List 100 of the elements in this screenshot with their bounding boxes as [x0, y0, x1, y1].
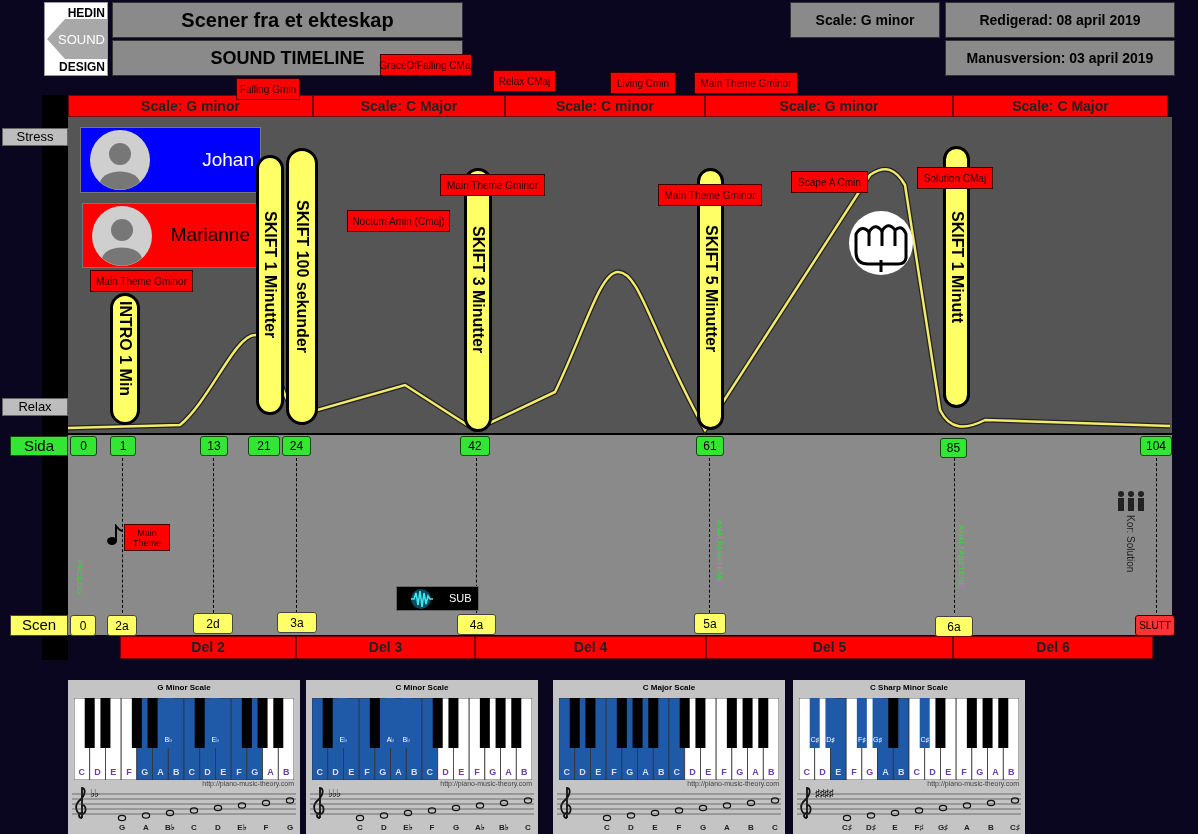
- key-label: B: [896, 768, 906, 777]
- page-marker: 13: [200, 436, 228, 456]
- scene-marker: 2d: [193, 613, 233, 634]
- key-label: D: [331, 768, 340, 777]
- transition-pill: SKIFT 1 Minutter: [256, 155, 284, 415]
- key-label: F: [125, 768, 133, 777]
- scene-note: ANALFABETENE: [715, 520, 723, 583]
- treble-clef-icon: [312, 786, 326, 820]
- note-name: C: [190, 822, 198, 834]
- fist-icon: [848, 210, 914, 276]
- note-name: G: [285, 822, 295, 834]
- scale-chart-title: C Sharp Minor Scale: [869, 682, 949, 694]
- key-label: D: [441, 768, 450, 777]
- end-marker: SLUTT: [1135, 615, 1175, 636]
- note-name: C: [771, 822, 779, 834]
- title-box: Scener fra et ekteskap: [112, 2, 463, 38]
- axis-label: Relax: [2, 398, 68, 416]
- scale-chart-title: G Minor Scale: [156, 682, 212, 694]
- edited-date-box: Redigerad: 08 april 2019: [945, 2, 1175, 38]
- logo-text: HEDIN: [66, 7, 105, 19]
- scene-note: ANALFABETENE: [957, 525, 965, 588]
- scale-chart-title: C Minor Scale: [394, 682, 450, 694]
- key-label: D: [818, 768, 827, 777]
- music-cue-tag: Noctum Amin (Cmaj): [347, 210, 450, 232]
- key-label: F: [235, 768, 243, 777]
- key-label: C: [77, 768, 87, 777]
- scene-note: PROLOG: [75, 560, 83, 595]
- key-label: B: [1006, 768, 1016, 777]
- scene-marker: 2a: [107, 615, 137, 636]
- music-cue-tag: Main Theme Gminor: [440, 174, 545, 196]
- key-label: A: [504, 768, 513, 777]
- note-name: G: [451, 822, 461, 834]
- page-marker: 42: [460, 436, 490, 456]
- act-segment: Del 2: [120, 636, 296, 659]
- page-marker: 61: [696, 436, 724, 456]
- treble-clef-icon: [799, 786, 813, 820]
- key-label: F: [960, 768, 968, 777]
- key-label: D: [93, 768, 102, 777]
- page-marker: 104: [1140, 436, 1172, 456]
- key-label: D: [203, 768, 212, 777]
- note-name: C♯: [841, 822, 853, 834]
- note-name: F: [675, 822, 683, 834]
- key-label: C: [315, 768, 325, 777]
- key-label: E: [219, 768, 228, 777]
- note-name: C: [356, 822, 364, 834]
- note-name: E♭: [402, 822, 414, 834]
- note-name: G: [117, 822, 127, 834]
- key-label: G: [625, 768, 635, 777]
- note-name: B: [987, 822, 995, 834]
- note-name: E♭: [236, 822, 248, 834]
- key-label: A: [641, 768, 650, 777]
- page-marker: 1: [110, 436, 136, 456]
- key-label: E: [457, 768, 466, 777]
- key-label: E: [347, 768, 356, 777]
- key-label: B: [766, 768, 776, 777]
- key-label: A: [751, 768, 760, 777]
- key-label: G: [735, 768, 745, 777]
- page-marker: 85: [940, 438, 967, 458]
- note-name: A: [723, 822, 731, 834]
- page-marker: 24: [282, 436, 311, 456]
- logo-text: DESIGN: [58, 61, 105, 73]
- music-cue-tag: Scape A Cmin: [791, 171, 868, 193]
- note-name: D: [214, 822, 222, 834]
- note-name: F♯: [913, 822, 925, 834]
- key-label: D: [688, 768, 697, 777]
- treble-clef-icon: [74, 786, 88, 820]
- note-name: D♯: [865, 822, 877, 834]
- scale-chart-title: C Major Scale: [641, 682, 697, 694]
- note-name: D: [380, 822, 388, 834]
- act-segment: Del 4: [475, 636, 706, 659]
- key-label: G: [975, 768, 985, 777]
- key-signature: ♭♭: [90, 788, 98, 799]
- key-label: F: [610, 768, 618, 777]
- note-name: D: [627, 822, 635, 834]
- axis-label: Sida: [10, 436, 68, 456]
- key-label: B: [519, 768, 529, 777]
- script-version-box: Manusversion: 03 april 2019: [945, 40, 1175, 76]
- logo-text: SOUND: [57, 33, 105, 46]
- key-label: E: [109, 768, 118, 777]
- key-label: A: [266, 768, 275, 777]
- note-name: G: [698, 822, 708, 834]
- key-label: F: [473, 768, 481, 777]
- treble-clef-icon: [559, 786, 573, 820]
- note-name: A: [963, 822, 971, 834]
- key-label: G: [865, 768, 875, 777]
- music-cue-tag: Falling Gmin: [236, 78, 300, 100]
- key-label: G: [250, 768, 260, 777]
- note-name: C: [524, 822, 532, 834]
- key-label: A: [991, 768, 1000, 777]
- note-name: B♭: [164, 822, 176, 834]
- scene-marker: 0: [70, 615, 96, 636]
- note-name: B♭: [498, 822, 510, 834]
- music-cue-tag: Living Cmin: [610, 72, 676, 94]
- axis-label: Stress: [2, 128, 68, 146]
- key-label: C: [672, 768, 682, 777]
- avatar-silhouette-icon: [90, 130, 150, 190]
- key-label: F: [850, 768, 858, 777]
- scene-marker: 4a: [457, 614, 496, 635]
- page-marker: 0: [70, 436, 97, 456]
- music-cue-tag: Main Theme Gminor: [90, 270, 193, 292]
